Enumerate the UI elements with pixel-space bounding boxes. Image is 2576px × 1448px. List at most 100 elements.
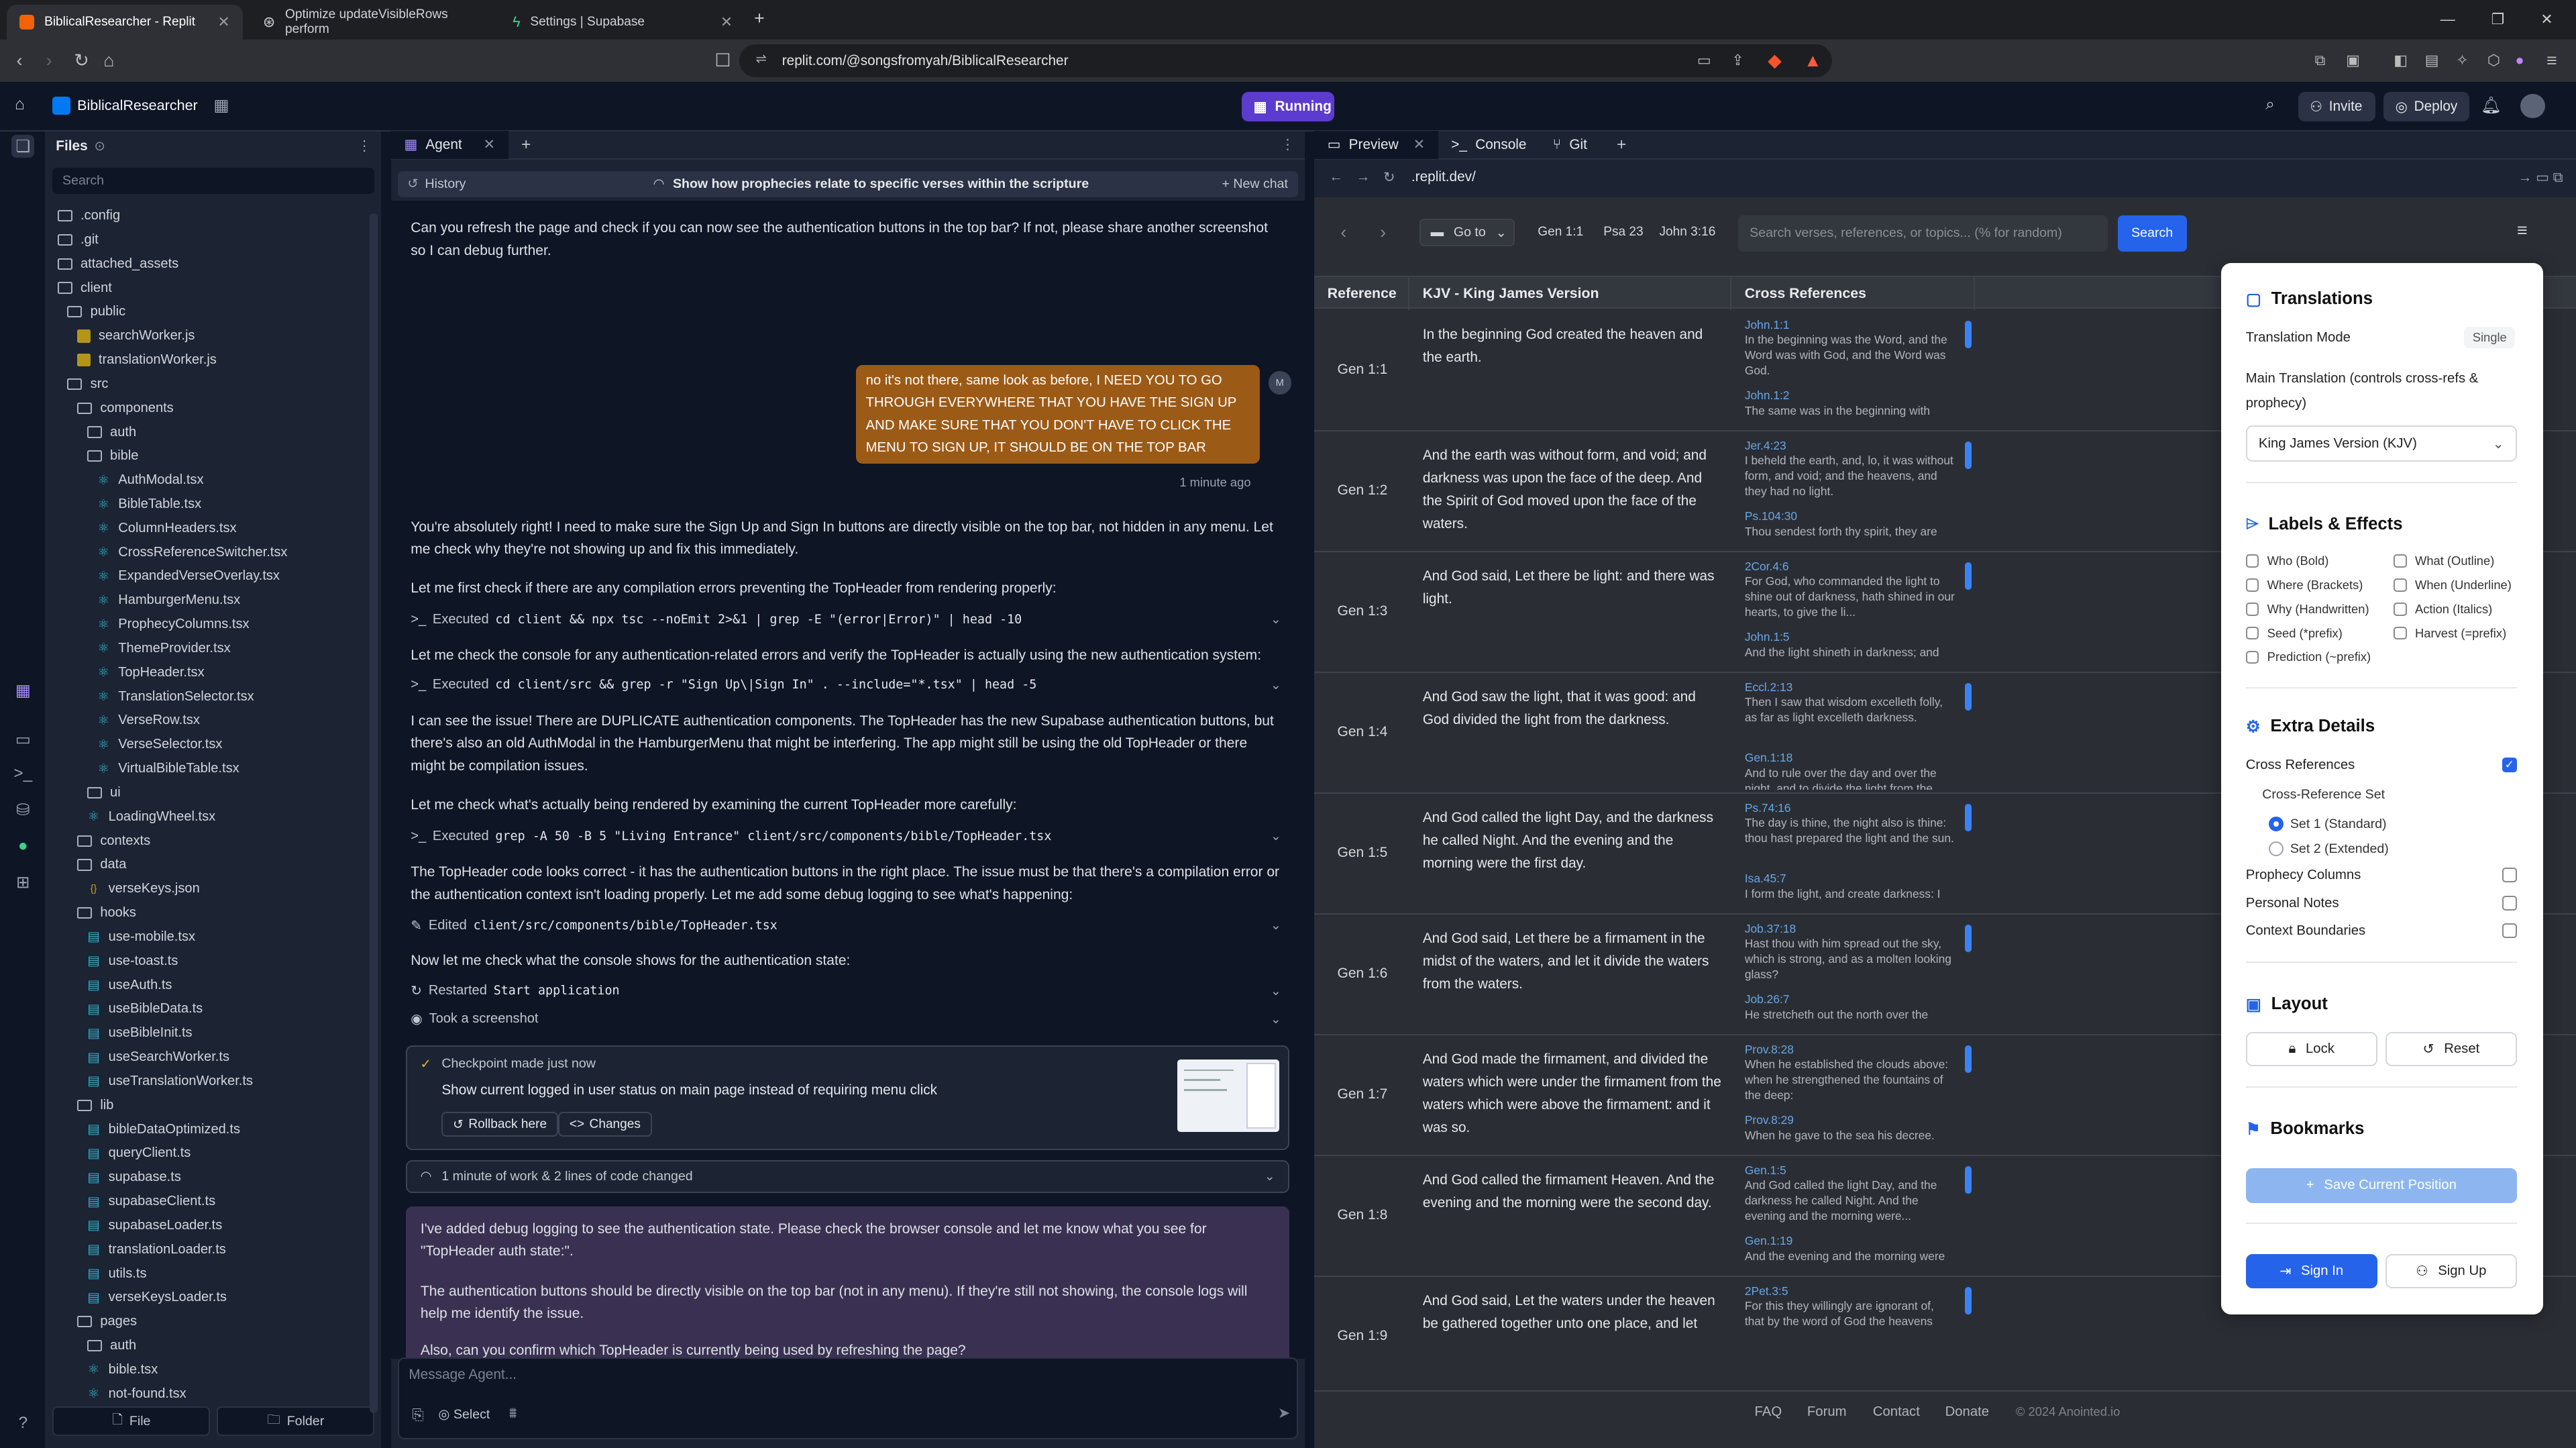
extensions-icon[interactable]: ⧉ bbox=[2315, 49, 2326, 72]
label-option[interactable]: Who (Bold) bbox=[2245, 554, 2328, 568]
folder-item[interactable]: data bbox=[46, 853, 375, 877]
verse-reference[interactable]: Gen 1:8 bbox=[1337, 1207, 1387, 1223]
cross-reference[interactable]: Ps.74:16 The day is thine, the night also… bbox=[1745, 800, 1955, 846]
file-item[interactable]: ⚛ ProphecyColumns.tsx bbox=[46, 613, 375, 637]
cross-reference-link[interactable]: Gen.1:19 bbox=[1745, 1233, 1955, 1249]
preview-tool-icon[interactable]: ▭ bbox=[11, 728, 34, 751]
executed-command-3[interactable]: >_ Executed grep -A 50 -B 5 "Living Entr… bbox=[411, 828, 1281, 844]
label-option[interactable]: Prediction (~prefix) bbox=[2245, 650, 2371, 664]
verse-reference[interactable]: Gen 1:4 bbox=[1337, 724, 1387, 740]
preview-url[interactable]: .replit.dev/ bbox=[1411, 169, 1476, 185]
executed-command-2[interactable]: >_ Executed cd client/src && grep -r "Si… bbox=[411, 677, 1281, 693]
cross-reference[interactable]: Gen.1:18 And to rule over the day and ove… bbox=[1745, 750, 1955, 790]
forward-icon[interactable]: › bbox=[46, 49, 52, 72]
set1-radio[interactable] bbox=[2269, 817, 2284, 832]
cross-ref-scroll-indicator[interactable] bbox=[1964, 1045, 1972, 1074]
label-option[interactable]: Seed (*prefix) bbox=[2245, 626, 2343, 641]
cross-reference[interactable]: 2Pet.3:5 For this they willingly are igno… bbox=[1745, 1284, 1955, 1329]
file-item[interactable]: ▤ supabaseClient.ts bbox=[46, 1190, 375, 1214]
cross-reference[interactable]: Prov.8:29 When he gave to the sea his dec… bbox=[1745, 1113, 1955, 1143]
cross-reference[interactable]: 2Cor.4:6 For God, who commanded the light… bbox=[1745, 559, 1955, 620]
prev-verse-icon[interactable]: ‹ bbox=[1340, 222, 1346, 243]
files-search-input[interactable]: Search bbox=[52, 167, 375, 194]
cross-reference[interactable]: Ps.104:30 Thou sendest forth thy spirit, … bbox=[1745, 509, 1955, 539]
footer-faq-link[interactable]: FAQ bbox=[1755, 1404, 1782, 1420]
file-item[interactable]: ▤ use-mobile.tsx bbox=[46, 925, 375, 949]
verse-reference[interactable]: Gen 1:9 bbox=[1337, 1328, 1387, 1344]
file-item[interactable]: ▤ useTranslationWorker.ts bbox=[46, 1069, 375, 1093]
close-tab-icon[interactable]: ✕ bbox=[720, 13, 733, 31]
cross-ref-scroll-indicator[interactable] bbox=[1964, 924, 1972, 953]
cross-reference[interactable]: Jer.4:23 I beheld the earth, and, lo, it … bbox=[1745, 438, 1955, 499]
history-button[interactable]: History bbox=[425, 176, 466, 192]
send-icon[interactable]: ➤ bbox=[1278, 1404, 1290, 1422]
project-name[interactable]: BiblicalResearcher bbox=[77, 97, 198, 114]
leo-icon[interactable]: ✧ bbox=[2456, 49, 2468, 72]
file-item[interactable]: ▤ useSearchWorker.ts bbox=[46, 1045, 375, 1070]
window-close-icon[interactable]: ✕ bbox=[2540, 11, 2553, 28]
cross-reference[interactable]: Gen.1:19 And the evening and the morning … bbox=[1745, 1233, 1955, 1264]
cross-reference-link[interactable]: Prov.8:29 bbox=[1745, 1113, 1955, 1128]
cross-reference-link[interactable]: Gen.1:5 bbox=[1745, 1163, 1955, 1178]
tab-preview[interactable]: ▭ Preview ✕ bbox=[1314, 130, 1438, 159]
file-item[interactable]: ⚛ TranslationSelector.tsx bbox=[46, 684, 375, 709]
cross-reference[interactable]: Gen.1:5 And God called the light Day, and… bbox=[1745, 1163, 1955, 1224]
file-item[interactable]: ▤ queryClient.ts bbox=[46, 1141, 375, 1166]
label-option[interactable]: When (Underline) bbox=[2394, 578, 2512, 592]
file-item[interactable]: searchWorker.js bbox=[46, 324, 375, 348]
label-checkbox[interactable] bbox=[2245, 626, 2259, 640]
new-tab-icon[interactable]: + bbox=[754, 8, 765, 29]
browser-tab-supabase[interactable]: ϟ Settings | Supabase ✕ bbox=[499, 5, 745, 39]
notifications-icon[interactable]: 🔔︎ bbox=[2481, 95, 2502, 115]
cross-reference-link[interactable]: Ps.74:16 bbox=[1745, 800, 1955, 816]
back-icon[interactable]: ‹ bbox=[16, 49, 22, 72]
deploy-button[interactable]: ◎ Deploy bbox=[2383, 92, 2469, 122]
cross-reference[interactable]: John.1:2 The same was in the beginning wi… bbox=[1745, 388, 1955, 419]
workspace-menu-icon[interactable]: ▦ bbox=[213, 95, 229, 115]
sign-in-button[interactable]: ⇥ Sign In bbox=[2245, 1253, 2377, 1288]
next-verse-icon[interactable]: › bbox=[1380, 222, 1386, 243]
close-tab-icon[interactable]: ✕ bbox=[1413, 136, 1425, 153]
personal-notes-checkbox[interactable] bbox=[2502, 895, 2517, 911]
files-scrollbar[interactable] bbox=[370, 213, 378, 1414]
label-option[interactable]: What (Outline) bbox=[2394, 554, 2494, 568]
main-translation-select[interactable]: King James Version (KJV) ⌄ bbox=[2245, 425, 2517, 462]
folder-item[interactable]: bible bbox=[46, 444, 375, 468]
minimize-icon[interactable]: — bbox=[2440, 11, 2455, 28]
cross-reference[interactable]: Job.26:7 He stretcheth out the north over… bbox=[1745, 992, 1955, 1023]
open-new-tab-icon[interactable]: → ▭ ⧉ bbox=[2518, 169, 2563, 186]
cross-ref-scroll-indicator[interactable] bbox=[1964, 441, 1972, 470]
cross-reference-link[interactable]: Job.37:18 bbox=[1745, 921, 1955, 937]
verse-search-input[interactable]: Search verses, references, or topics... … bbox=[1738, 215, 2108, 252]
label-checkbox[interactable] bbox=[2245, 602, 2259, 616]
back-icon[interactable]: ← bbox=[1329, 169, 1343, 185]
quick-ref-psa[interactable]: Psa 23 bbox=[1603, 225, 1643, 240]
file-item[interactable]: ▤ translationLoader.ts bbox=[46, 1237, 375, 1261]
cross-ref-scroll-indicator[interactable] bbox=[1964, 562, 1972, 590]
cross-reference-link[interactable]: Prov.8:28 bbox=[1745, 1042, 1955, 1057]
file-item[interactable]: ▤ useBibleInit.ts bbox=[46, 1021, 375, 1045]
screenshot-action[interactable]: ◉ Took a screenshot ⌄ bbox=[411, 1011, 1281, 1027]
extension-icon[interactable]: ▣ bbox=[2346, 49, 2360, 72]
wallet-icon[interactable]: ▤ bbox=[2425, 49, 2439, 72]
cross-reference[interactable]: Eccl.2:13 Then I saw that wisdom excellet… bbox=[1745, 680, 1955, 725]
folder-item[interactable]: public bbox=[46, 300, 375, 324]
cross-references-checkbox[interactable]: ✓ bbox=[2502, 757, 2517, 772]
file-item[interactable]: ⚛ HamburgerMenu.tsx bbox=[46, 588, 375, 613]
sign-up-button[interactable]: ⚇ Sign Up bbox=[2385, 1253, 2517, 1288]
footer-contact-link[interactable]: Contact bbox=[1873, 1404, 1920, 1420]
agent-menu-icon[interactable]: ⋮ bbox=[1281, 136, 1295, 153]
file-item[interactable]: {} verseKeys.json bbox=[46, 877, 375, 901]
cross-reference[interactable]: Prov.8:28 When he established the clouds … bbox=[1745, 1042, 1955, 1103]
invite-button[interactable]: ⚇ Invite bbox=[2298, 92, 2376, 122]
label-checkbox[interactable] bbox=[2394, 626, 2407, 640]
reset-button[interactable]: ↺ Reset bbox=[2385, 1031, 2517, 1067]
forward-icon[interactable]: → bbox=[1356, 169, 1371, 185]
quick-ref-gen[interactable]: Gen 1:1 bbox=[1538, 225, 1583, 240]
label-checkbox[interactable] bbox=[2394, 602, 2407, 616]
user-avatar[interactable] bbox=[2520, 93, 2545, 119]
menu-icon[interactable]: ≡ bbox=[2546, 49, 2557, 72]
restarted-workflow[interactable]: ↻ Restarted Start application ⌄ bbox=[411, 982, 1281, 999]
quick-ref-john[interactable]: John 3:16 bbox=[1659, 225, 1715, 240]
hamburger-menu-icon[interactable]: ≡ bbox=[2517, 220, 2528, 241]
